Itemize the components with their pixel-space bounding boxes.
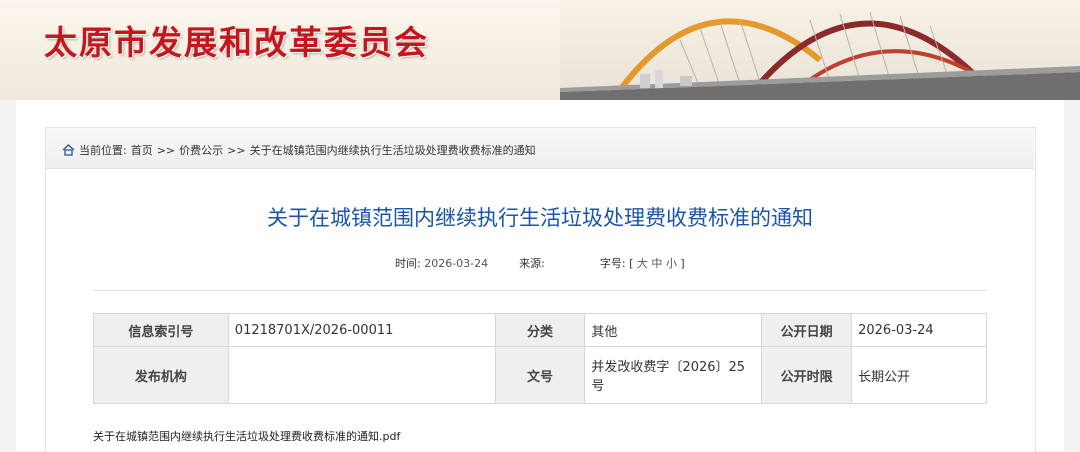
breadcrumb-prefix: 当前位置: bbox=[79, 144, 127, 157]
fontsize-label: 字号: bbox=[599, 257, 626, 270]
fontsize-bracket-close: ] bbox=[680, 257, 685, 270]
breadcrumb-home-link[interactable]: 首页 bbox=[131, 142, 153, 158]
category-label: 分类 bbox=[494, 313, 586, 347]
breadcrumb-current-link[interactable]: 关于在城镇范围内继续执行生活垃圾处理费收费标准的通知 bbox=[250, 142, 536, 158]
divider bbox=[93, 290, 987, 291]
period-label: 公开时限 bbox=[761, 346, 853, 404]
docno-value: 并发改收费字〔2026〕25号 bbox=[584, 346, 763, 404]
article-title: 关于在城镇范围内继续执行生活垃圾处理费收费标准的通知 bbox=[267, 206, 813, 230]
fontsize-bracket-open: [ bbox=[629, 257, 634, 270]
index-label: 信息索引号 bbox=[93, 313, 229, 347]
fontsize-large-button[interactable]: 大 bbox=[637, 257, 648, 270]
breadcrumb-price-link[interactable]: 价费公示 bbox=[179, 142, 223, 158]
fontsize-small-button[interactable]: 小 bbox=[666, 257, 677, 270]
pubdate-value: 2026-03-24 bbox=[851, 313, 987, 347]
table-row: 信息索引号 01218701X/2026-00011 分类 其他 公开日期 20… bbox=[93, 313, 987, 347]
site-title[interactable]: 太原市发展和改革委员会 bbox=[44, 16, 429, 64]
time-label: 时间: bbox=[395, 257, 421, 270]
bridge-banner-image bbox=[560, 0, 1080, 100]
docno-label: 文号 bbox=[494, 346, 586, 404]
index-value: 01218701X/2026-00011 bbox=[227, 313, 496, 347]
fontsize-medium-button[interactable]: 中 bbox=[651, 257, 662, 270]
home-icon bbox=[62, 144, 75, 156]
article-meta: 时间: 2026-03-24 来源: 字号: [ 大 中 小 ] bbox=[395, 255, 685, 271]
table-row: 发布机构 文号 并发改收费字〔2026〕25号 公开时限 长期公开 bbox=[93, 346, 987, 404]
info-table: 信息索引号 01218701X/2026-00011 分类 其他 公开日期 20… bbox=[93, 313, 987, 404]
attachment-link[interactable]: 关于在城镇范围内继续执行生活垃圾处理费收费标准的通知.pdf bbox=[93, 428, 400, 444]
pubdate-label: 公开日期 bbox=[761, 313, 853, 347]
issuer-value bbox=[227, 346, 496, 404]
breadcrumb-separator: >> bbox=[156, 143, 176, 157]
issuer-label: 发布机构 bbox=[93, 346, 229, 404]
breadcrumb-separator: >> bbox=[227, 143, 246, 157]
period-value: 长期公开 bbox=[851, 346, 987, 404]
source-label: 来源: bbox=[519, 257, 545, 270]
time-value: 2026-03-24 bbox=[424, 257, 489, 270]
category-value: 其他 bbox=[584, 313, 763, 347]
site-header: 太原市发展和改革委员会 bbox=[0, 0, 1080, 100]
breadcrumb: 当前位置: 首页 >> 价费公示 >> 关于在城镇范围内继续执行生活垃圾处理费收… bbox=[62, 142, 540, 158]
